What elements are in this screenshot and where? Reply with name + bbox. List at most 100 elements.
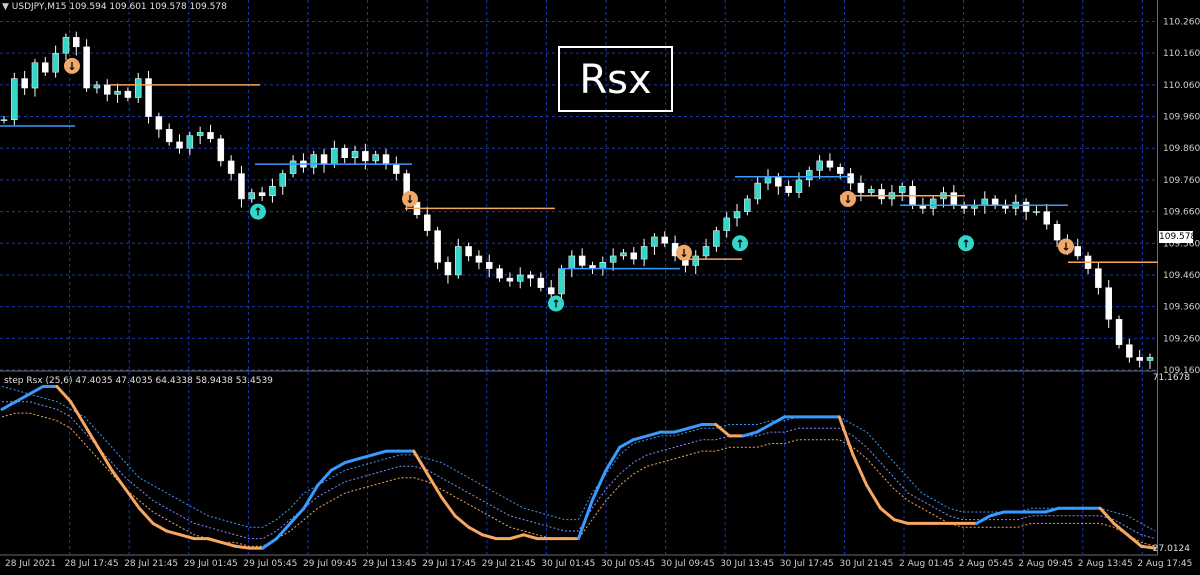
rsx-segment — [316, 468, 333, 487]
candle-body — [238, 173, 245, 200]
time-axis-label: 29 Jul 21:45 — [482, 559, 536, 569]
price-axis-label: 109.660 — [1163, 208, 1200, 218]
rsx-segment — [14, 392, 31, 404]
arrow-glyph: ↑ — [253, 206, 262, 219]
candle-body — [176, 141, 183, 149]
arrow-glyph: ↓ — [679, 247, 688, 260]
candle-body — [362, 151, 369, 162]
rsx-segment — [673, 426, 690, 434]
rsx-segment — [988, 510, 1006, 518]
current-price-tag: 109.578 — [1159, 231, 1197, 243]
rsx-segment — [206, 537, 224, 544]
candle-body — [785, 185, 792, 193]
rsx-segment — [604, 445, 622, 472]
chart-window[interactable]: 110.260 110.160 110.060 109.960 109.860 109.7… — [0, 0, 1200, 575]
candle-body — [837, 166, 844, 174]
candle-body — [475, 255, 483, 263]
rsx-badge: Rsx — [558, 46, 673, 112]
candle-body — [165, 128, 173, 143]
candle-body — [950, 192, 958, 206]
rsx-segment — [426, 472, 443, 499]
candle-body — [599, 262, 607, 269]
price-axis-label: 110.260 — [1163, 18, 1200, 28]
candle-body — [444, 262, 452, 276]
candle-body — [93, 84, 101, 89]
rsx-segment — [686, 422, 704, 430]
rsx-segment — [165, 529, 182, 537]
candle-body — [351, 151, 359, 158]
indicator-level-upper — [1, 385, 1156, 532]
candle-body — [289, 160, 297, 174]
arrow-glyph: ↑ — [735, 237, 744, 250]
candle-body — [42, 62, 49, 73]
candle-body — [547, 287, 555, 295]
rsx-segment — [618, 438, 635, 449]
arrow-glyph: ↓ — [67, 60, 76, 73]
candle-body — [155, 116, 163, 130]
candle-body — [506, 277, 514, 282]
price-axis-label: 109.860 — [1163, 144, 1200, 154]
rsx-segment — [178, 533, 196, 541]
candle-body — [372, 154, 379, 162]
candle-body — [857, 182, 865, 193]
candle-body — [424, 214, 431, 231]
time-axis-label: 2 Aug 17:45 — [1137, 559, 1192, 569]
candle-body — [496, 268, 503, 279]
indicator-level-lower — [1, 412, 1156, 547]
candle-body — [744, 198, 751, 212]
candle-body — [124, 90, 132, 98]
rsx-segment — [755, 422, 773, 434]
price-axis-label: 109.260 — [1163, 334, 1200, 344]
candle-body — [713, 230, 720, 247]
indicator-top-value: 71.1678 — [1152, 373, 1190, 383]
rsx-segment — [151, 521, 169, 533]
rsx-segment — [220, 540, 237, 548]
time-axis-label: 30 Jul 17:45 — [780, 559, 834, 569]
candle-body — [733, 211, 741, 219]
rsx-segment — [522, 533, 539, 541]
candle-body — [578, 255, 586, 266]
candle-body — [1136, 357, 1143, 361]
indicator-header: step Rsx (25,6) 47.4035 47.4035 64.4338 … — [4, 376, 273, 386]
candle-body — [826, 160, 834, 168]
candle-body — [134, 78, 142, 98]
candle-body — [878, 189, 885, 200]
time-axis-label: 30 Jul 13:45 — [720, 559, 774, 569]
rsx-segment — [261, 537, 279, 550]
candle-body — [1022, 201, 1030, 212]
candle-body — [630, 252, 638, 260]
candle-body — [248, 192, 256, 200]
candle-body — [1105, 287, 1112, 320]
rsx-segment — [741, 430, 759, 438]
rsx-segment — [137, 506, 155, 525]
collapse-arrow-icon[interactable]: ▼ — [2, 2, 9, 12]
time-axis-label: 29 Jul 17:45 — [422, 559, 476, 569]
rsx-segment — [329, 461, 347, 472]
candle-body — [537, 277, 545, 288]
candle-body — [754, 182, 761, 200]
candle-body — [651, 236, 658, 247]
candle-body — [1053, 224, 1061, 241]
rsx-segment — [110, 468, 128, 491]
candle-body — [485, 262, 493, 269]
candle-body — [258, 192, 266, 197]
rsx-segment — [631, 434, 649, 442]
candle-body — [382, 154, 390, 165]
candle-body — [279, 173, 287, 187]
candle-body — [196, 132, 204, 136]
arrow-glyph: ↓ — [843, 193, 852, 206]
rsx-segment — [892, 518, 910, 525]
time-axis-label: 2 Aug 09:45 — [1018, 559, 1073, 569]
candle-body — [341, 147, 348, 158]
time-axis-label: 29 Jul 01:45 — [184, 559, 238, 569]
rsx-segment — [275, 521, 292, 541]
arrow-glyph: ↓ — [1061, 240, 1070, 253]
rsx-segment — [851, 453, 869, 487]
candle-body — [847, 173, 854, 184]
candle-body — [21, 78, 28, 89]
candle-body — [31, 62, 39, 89]
candle-body — [227, 160, 235, 174]
candle-body — [620, 252, 627, 257]
candle-body — [775, 176, 782, 187]
candle-body — [1074, 246, 1081, 257]
